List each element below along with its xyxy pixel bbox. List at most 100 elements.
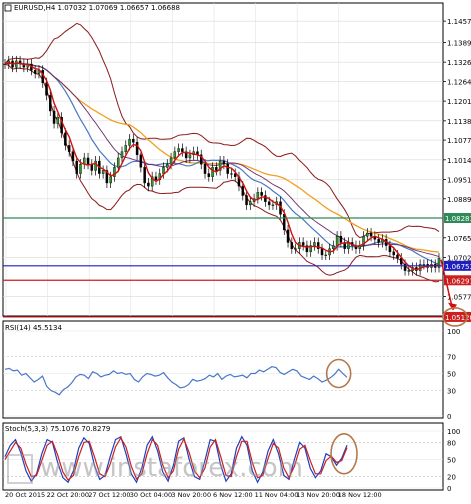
price-y-tick-label: 1.12645 [447,78,471,86]
rsi-y-tick-label: 0 [447,413,451,421]
candle-body [67,145,71,152]
price-y-tick-label: 1.07650 [447,235,471,243]
candle-body [181,148,184,152]
candle-body [301,242,305,246]
candle-body [33,70,37,74]
candle-body [294,248,297,250]
candle-body [132,138,135,143]
chart-svg: 1.14570 1.13890 1.13260 1.12645 1.12015 1.113… [2,2,471,499]
x-tick-label: 3 Nov 20:00 [171,491,211,499]
stoch-y-tick-label: 20 [447,474,456,482]
candle-body [188,154,192,159]
price-y-tick-label: 1.13890 [447,39,471,47]
candle-body [143,167,146,184]
x-tick-label: 22 Oct 20:00 [47,491,89,499]
price-y-tick-label: 1.13260 [447,59,471,67]
candle-body [207,173,211,177]
candle-body [154,176,158,181]
candle-body [366,232,369,237]
candle-body [211,167,214,177]
candle-body [135,142,139,156]
x-tick-label: 27 Oct 12:00 [88,491,130,499]
candle-body [230,173,233,175]
rsi-y-tick-label: 70 [447,354,456,362]
panel-frame-price [2,2,444,317]
rsi-y-tick-label: 100 [447,328,460,336]
candle-body [396,254,399,259]
candle-body [45,82,48,96]
level-label: 1.06291 [445,277,471,285]
stoch-y-tick-label: 100 [447,428,460,436]
level-label: 1.08281 [445,215,471,223]
candle-body [116,157,120,168]
candle-body [377,239,380,243]
price-y-tick-label: 1.10770 [447,137,471,145]
candle-body [407,270,411,272]
candle-body [49,95,52,112]
candle-body [177,148,180,152]
candle-body [90,163,94,171]
candle-body [422,264,426,266]
candle-body [147,182,150,187]
chart-root: 1.14570 1.13890 1.13260 1.12645 1.12015 1.113… [0,0,471,500]
candle-body [162,167,165,174]
candle-body [222,160,226,165]
candle-body [101,170,105,174]
stoch-title: Stoch(5,3,3) 75.1076 70.8279 [5,425,110,433]
rsi-title: RSI(14) 45.5134 [5,324,62,332]
price-y-tick-label: 1.10140 [447,157,471,165]
level-label: 1.06753 [445,263,471,271]
rsi-y-tick-label: 50 [447,371,456,379]
candle-body [71,151,75,162]
candle-body [52,110,56,124]
candle-body [124,145,128,152]
candle-body [339,235,343,243]
candle-body [86,157,90,165]
price-title: EURUSD,H4 1.07032 1.07069 1.06657 1.0668… [14,4,180,12]
candle-body [286,229,290,243]
x-tick-label: 30 Oct 04:00 [130,491,172,499]
candle-body [64,132,67,146]
candle-body [335,235,339,246]
candle-body [79,163,82,174]
candle-body [120,151,124,159]
candle-body [290,242,294,249]
stoch-y-tick-label: 50 [447,457,456,465]
candle-body [260,192,263,196]
candle-body [245,195,248,206]
candle-body [332,245,335,249]
candle-body [369,232,373,237]
candle-body [215,167,218,171]
stoch-y-tick-label: 0 [447,485,451,493]
x-tick-label: 11 Nov 04:00 [255,491,299,499]
price-y-tick-label: 1.09510 [447,177,471,185]
price-y-tick-label: 1.12015 [447,98,471,106]
price-y-tick-label: 1.08895 [447,196,471,204]
candle-body [139,154,143,168]
x-tick-label: 13 Nov 20:00 [296,491,340,499]
candle-body [267,201,271,206]
candle-body [320,248,324,256]
x-tick-label: 18 Nov 12:00 [338,491,382,499]
candle-body [203,163,207,174]
candle-body [271,204,275,206]
candle-body [313,242,316,246]
candle-body [94,160,97,171]
candle-body [75,160,78,174]
stoch-y-tick-label: 80 [447,439,456,447]
candle-body [173,151,177,159]
candle-body [283,214,286,231]
candle-body [169,157,173,165]
candle-body [109,176,112,184]
candle-body [226,163,229,174]
candle-body [241,185,244,196]
watermark-text: www.instaforex.com [40,453,303,483]
rsi-y-tick-label: 30 [447,388,456,396]
candle-body [128,138,131,146]
candle-body [256,192,260,199]
price-y-tick-label: 1.11385 [447,118,471,126]
x-tick-label: 6 Nov 12:00 [213,491,253,499]
panel-frame-rsi [2,320,444,419]
candle-body [324,254,328,256]
candle-body [392,251,395,256]
